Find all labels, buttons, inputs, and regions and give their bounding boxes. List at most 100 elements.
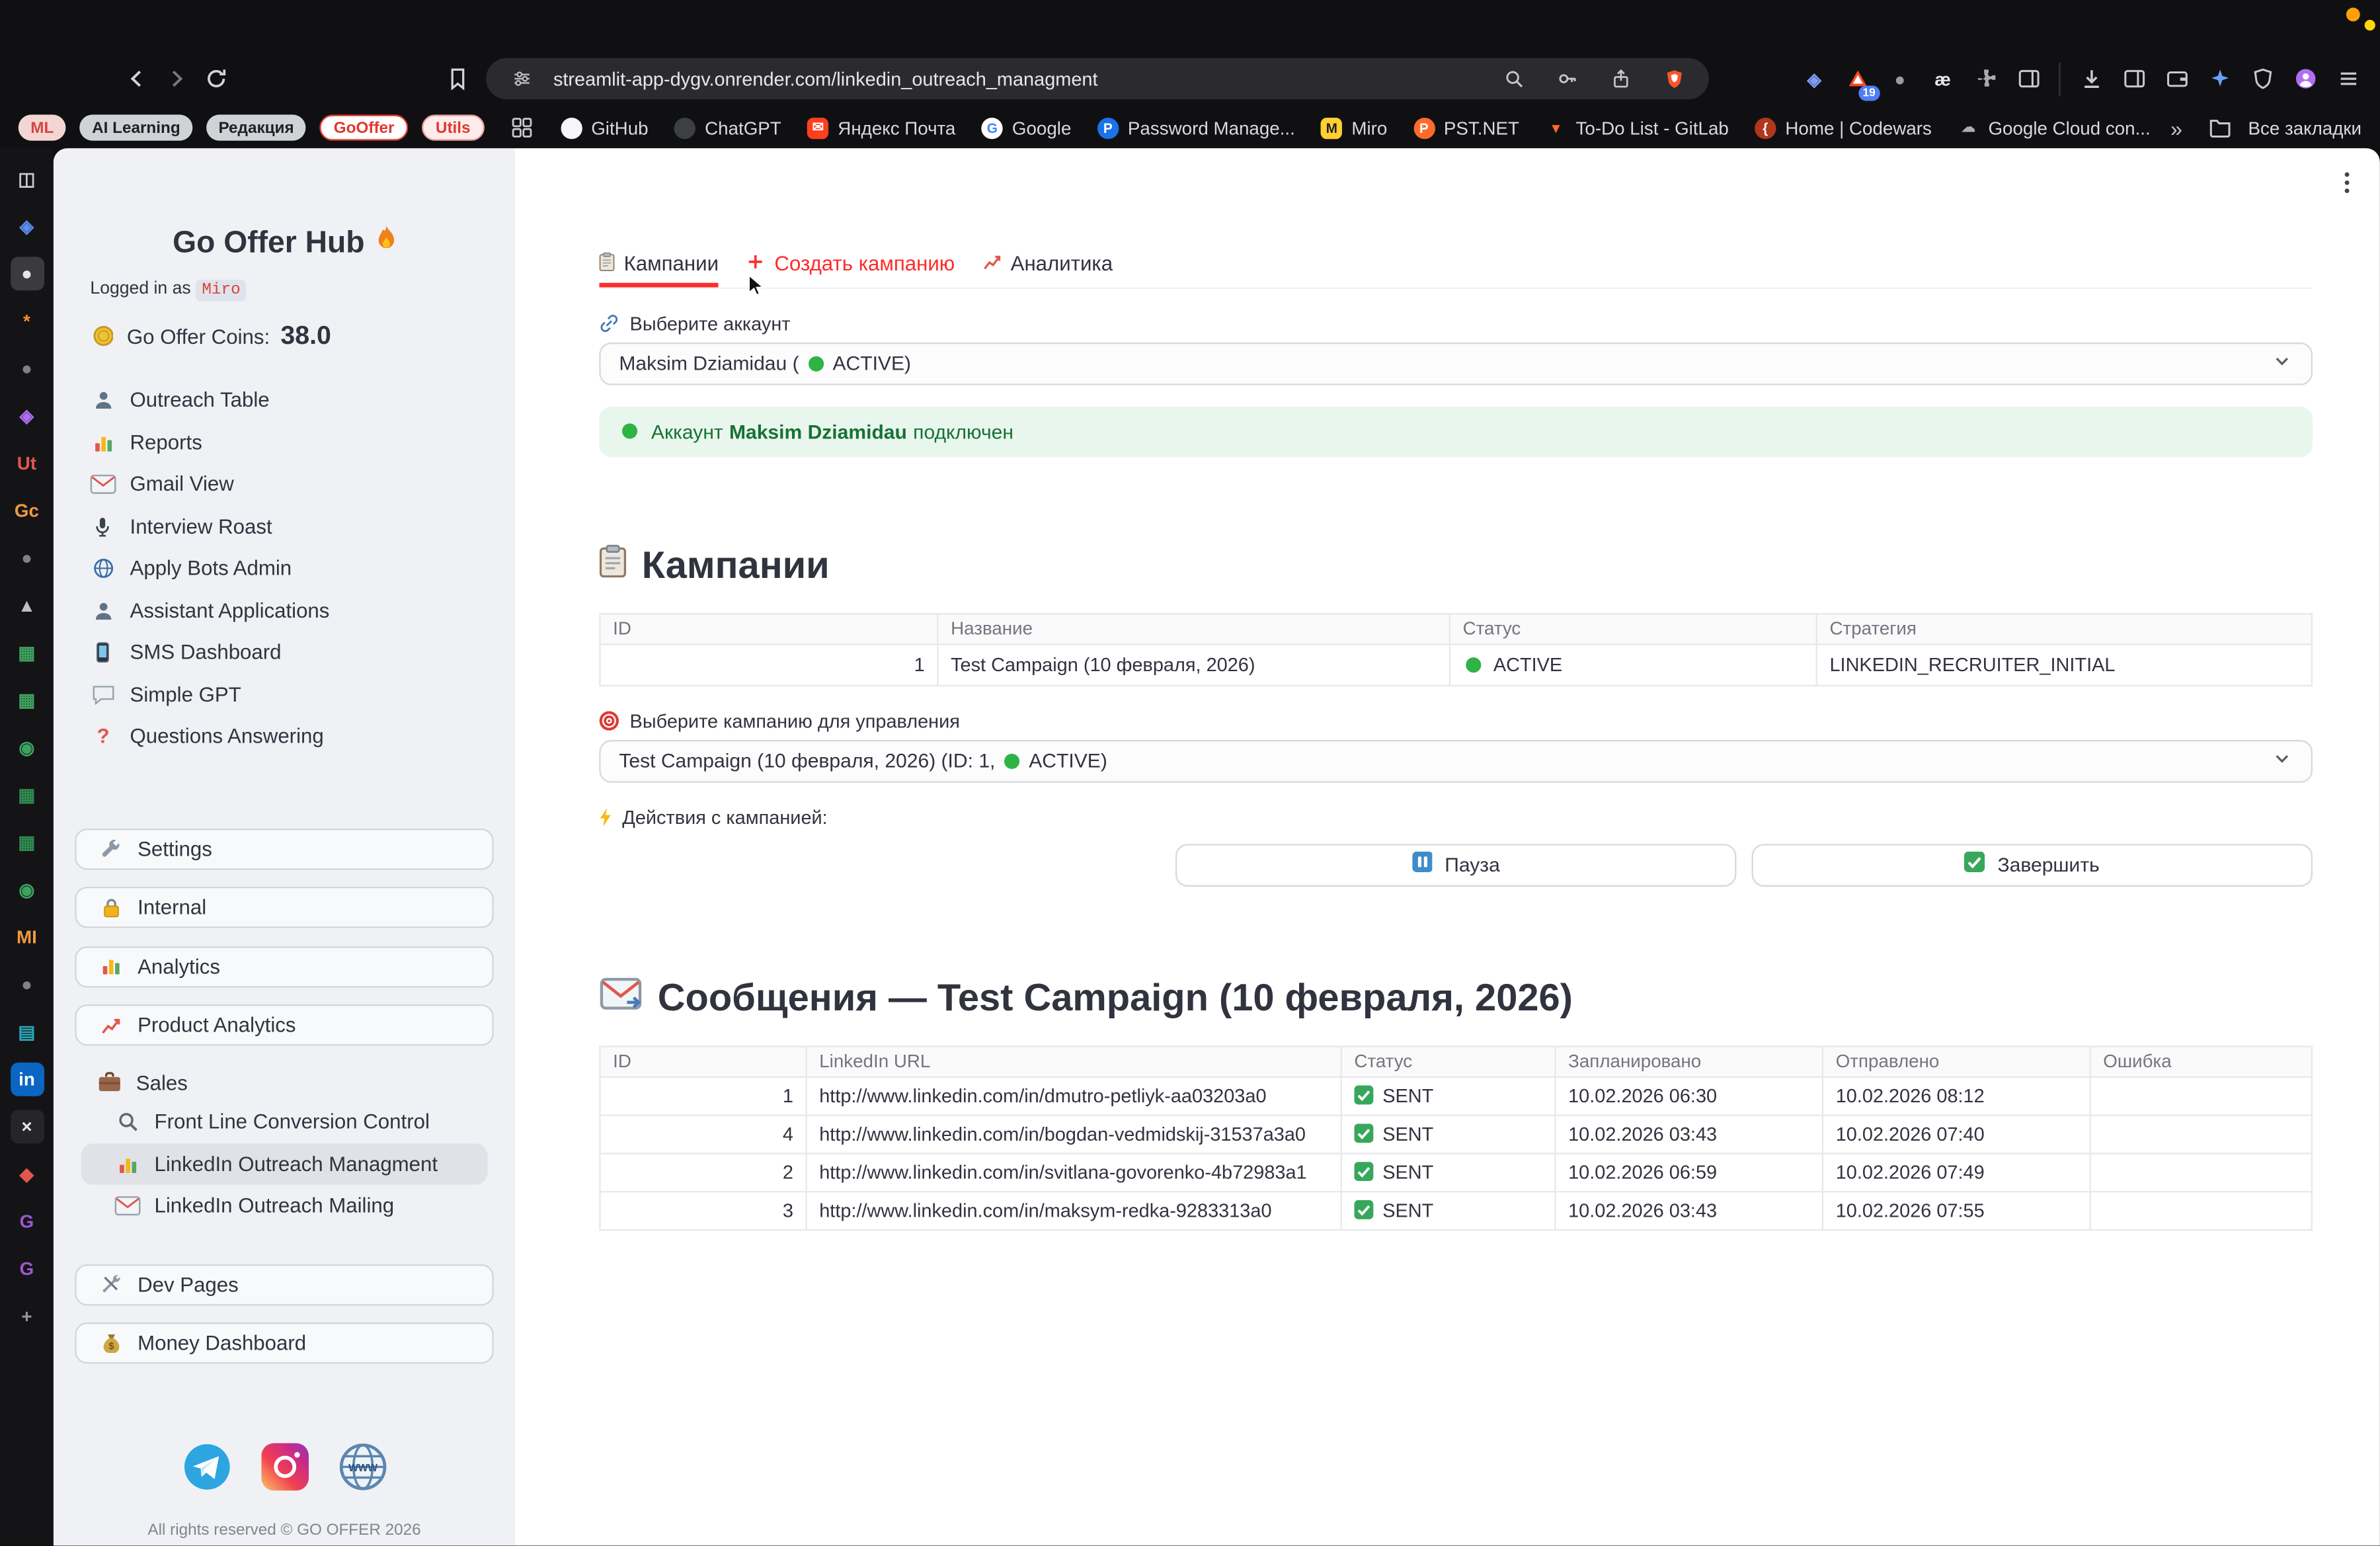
window-control-dot[interactable] <box>2365 20 2375 30</box>
bookmark-google[interactable]: GGoogle <box>982 117 1072 138</box>
pinned-tab[interactable]: G <box>10 1205 44 1239</box>
sidebar-item-assistant-applications[interactable]: Assistant Applications <box>75 589 493 631</box>
pinned-tab[interactable]: ▤ <box>10 1015 44 1049</box>
site-settings-icon[interactable] <box>501 59 541 99</box>
sidebar-item-linkedin-outreach-mailing[interactable]: LinkedIn Outreach Mailing <box>81 1185 488 1227</box>
pinned-tab[interactable]: ◈ <box>10 399 44 432</box>
new-tab-button[interactable]: + <box>10 1299 44 1333</box>
account-select[interactable]: Maksim Dziamidau ( ACTIVE) <box>599 342 2313 385</box>
zoom-icon[interactable] <box>1493 59 1533 99</box>
forward-button[interactable] <box>156 59 196 99</box>
vpn-shield-icon[interactable] <box>2245 62 2279 96</box>
tab-group-chip-ai-learning[interactable]: AI Learning <box>80 114 193 140</box>
tabs-extension-icon[interactable] <box>2012 62 2045 96</box>
pinned-tab[interactable]: ▦ <box>10 825 44 859</box>
website-icon[interactable]: WWW <box>338 1444 386 1491</box>
app-menu-icon[interactable] <box>2331 62 2365 96</box>
sidebar-item-apply-bots-admin[interactable]: Apply Bots Admin <box>75 548 493 590</box>
share-icon[interactable] <box>1601 59 1640 99</box>
pinned-tab[interactable]: ● <box>10 541 44 575</box>
tab-аналитика[interactable]: Аналитика <box>982 252 1113 286</box>
table-row[interactable]: 1Test Campaign (10 февраля, 2026)ACTIVEL… <box>600 643 2311 684</box>
sidebar-panel-icon[interactable] <box>2117 62 2151 96</box>
bookmarks-overflow-chevron[interactable]: » <box>2170 116 2182 140</box>
panel-toggle-icon[interactable]: ◫ <box>10 162 44 196</box>
sidebar-item-gmail-view[interactable]: Gmail View <box>75 464 493 506</box>
sidebar-button-analytics[interactable]: Analytics <box>75 946 493 987</box>
bookmark-яндекс-почта[interactable]: ✉Яндекс Почта <box>807 117 955 138</box>
table-row[interactable]: 1http://www.linkedin.com/in/dmutro-petli… <box>600 1077 2311 1115</box>
bookmark-google-cloud-con[interactable]: ☁Google Cloud con... <box>1958 117 2149 138</box>
bookmark-github[interactable]: GitHub <box>561 117 649 138</box>
sidebar-button-money-dashboard[interactable]: $Money Dashboard <box>75 1322 493 1363</box>
pinned-tab[interactable]: ● <box>10 352 44 386</box>
address-bar[interactable]: streamlit-app-dygv.onrender.com/linkedin… <box>486 58 1709 99</box>
ae-extension-icon[interactable]: æ <box>1926 62 1960 96</box>
sidebar-item-questions-answering[interactable]: ?Questions Answering <box>75 715 493 758</box>
window-control-dot[interactable] <box>2346 8 2360 22</box>
sidebar-button-internal[interactable]: Internal <box>75 887 493 928</box>
pinned-tab[interactable]: ● <box>10 967 44 1001</box>
brave-shield-icon[interactable] <box>1654 59 1694 99</box>
tab-кампании[interactable]: Кампании <box>599 252 719 286</box>
table-row[interactable]: 4http://www.linkedin.com/in/bogdan-vedmi… <box>600 1114 2311 1153</box>
sidebar-item-linkedin-outreach-managment[interactable]: LinkedIn Outreach Managment <box>81 1143 488 1185</box>
pinned-tab[interactable]: ▦ <box>10 778 44 812</box>
tab-groups-grid-icon[interactable] <box>502 108 542 147</box>
puzzle-extension-icon[interactable] <box>1969 62 2003 96</box>
profile-icon[interactable] <box>2288 62 2322 96</box>
tab-group-chip-gooffer[interactable]: GoOffer <box>320 114 408 140</box>
pinned-tab[interactable]: ◈ <box>10 210 44 243</box>
brave-rewards-icon[interactable]: 19 <box>1841 62 1874 96</box>
tab-создать-кампанию[interactable]: Создать кампанию <box>746 252 955 286</box>
pause-button[interactable]: Пауза <box>1175 843 1737 886</box>
back-button[interactable] <box>116 59 156 99</box>
pinned-tab[interactable]: ▦ <box>10 636 44 670</box>
bookmark-pst-net[interactable]: PPST.NET <box>1413 117 1519 138</box>
tab-group-chip-ml[interactable]: ML <box>19 114 66 140</box>
bookmark-home-codewars[interactable]: {Home | Codewars <box>1755 117 1932 138</box>
sidebar-item-outreach-table[interactable]: Outreach Table <box>75 379 493 421</box>
instagram-icon[interactable] <box>260 1444 308 1491</box>
app-menu-icon[interactable] <box>2334 170 2360 204</box>
finish-button[interactable]: Завершить <box>1752 843 2313 886</box>
wallet-icon[interactable] <box>2160 62 2194 96</box>
leo-ai-icon[interactable] <box>2203 62 2237 96</box>
telegram-icon[interactable] <box>182 1444 230 1491</box>
bookmark-icon[interactable] <box>437 59 477 99</box>
reader-extension-icon[interactable]: ● <box>1883 62 1917 96</box>
sidebar-item-front-line-conversion-control[interactable]: Front Line Conversion Control <box>81 1101 488 1143</box>
bookmark-chatgpt[interactable]: ChatGPT <box>674 117 781 138</box>
table-row[interactable]: 2http://www.linkedin.com/in/svitlana-gov… <box>600 1153 2311 1191</box>
pinned-tab[interactable]: ◉ <box>10 731 44 764</box>
sidebar-button-settings[interactable]: Settings <box>75 828 493 869</box>
sidebar-button-dev-pages[interactable]: Dev Pages <box>75 1264 493 1305</box>
tab-group-chip-utils[interactable]: Utils <box>422 114 484 140</box>
sidebar-item-reports[interactable]: Reports <box>75 421 493 464</box>
pinned-tab[interactable]: ◉ <box>10 873 44 907</box>
sidebar-item-sms-dashboard[interactable]: SMS Dashboard <box>75 631 493 674</box>
pinned-tab[interactable]: ▦ <box>10 683 44 717</box>
campaign-select[interactable]: Test Campaign (10 февраля, 2026) (ID: 1,… <box>599 739 2313 782</box>
sidebar-item-interview-roast[interactable]: Interview Roast <box>75 505 493 548</box>
sidebar-button-product-analytics[interactable]: Product Analytics <box>75 1004 493 1045</box>
all-bookmarks-button[interactable]: Все закладки <box>2201 108 2361 147</box>
download-icon[interactable] <box>2074 62 2108 96</box>
active-tab[interactable]: ● <box>10 257 44 290</box>
key-icon[interactable] <box>1547 59 1587 99</box>
reload-button[interactable] <box>196 59 235 99</box>
pinned-tab[interactable]: * <box>10 304 44 338</box>
sidebar-item-simple-gpt[interactable]: Simple GPT <box>75 673 493 715</box>
pinned-tab[interactable]: Gc <box>10 494 44 528</box>
pinned-tab[interactable]: ▲ <box>10 589 44 622</box>
tab-group-chip-редакция[interactable]: Редакция <box>206 114 306 140</box>
pinned-tab[interactable]: G <box>10 1252 44 1286</box>
gem-extension-icon[interactable]: ◈ <box>1798 62 1831 96</box>
pinned-tab[interactable]: × <box>10 1110 44 1144</box>
bookmark-password-manage[interactable]: PPassword Manage... <box>1097 117 1295 138</box>
pinned-tab[interactable]: Ut <box>10 446 44 480</box>
pinned-tab[interactable]: ◆ <box>10 1157 44 1191</box>
sidebar-section-sales[interactable]: Sales <box>75 1064 493 1100</box>
pinned-tab[interactable]: MI <box>10 920 44 954</box>
table-row[interactable]: 3http://www.linkedin.com/in/maksym-redka… <box>600 1191 2311 1229</box>
